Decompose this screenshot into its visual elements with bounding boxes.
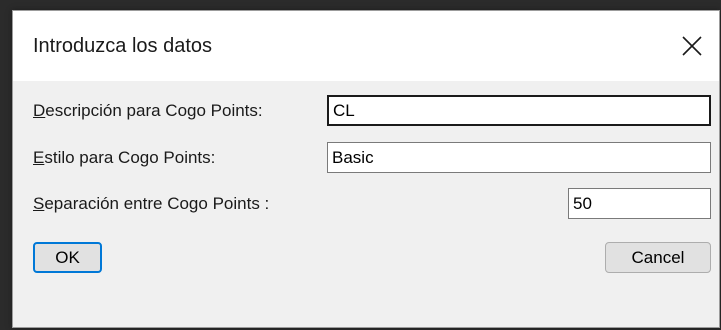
dialog-title: Introduzca los datos [33, 35, 212, 57]
estilo-input[interactable] [327, 142, 711, 173]
descripcion-input[interactable] [327, 95, 711, 126]
title-bar: Introduzca los datos [13, 11, 719, 81]
separacion-input[interactable] [568, 188, 711, 219]
separacion-label: Separación entre Cogo Points : [33, 194, 269, 214]
ok-button[interactable]: OK [33, 242, 102, 273]
estilo-label-text: stilo para Cogo Points: [44, 148, 216, 167]
cancel-button[interactable]: Cancel [605, 242, 711, 273]
estilo-label: Estilo para Cogo Points: [33, 148, 215, 168]
separacion-label-accelerator: S [33, 194, 45, 213]
descripcion-label: Descripción para Cogo Points: [33, 101, 263, 121]
descripcion-label-text: escripción para Cogo Points: [45, 101, 263, 120]
estilo-label-accelerator: E [33, 148, 45, 167]
separacion-label-text: eparación entre Cogo Points : [44, 194, 270, 213]
close-button[interactable] [665, 21, 719, 71]
close-icon [682, 36, 702, 56]
input-dialog: Introduzca los datos Descripción para Co… [12, 10, 720, 328]
descripcion-label-accelerator: D [33, 101, 46, 120]
